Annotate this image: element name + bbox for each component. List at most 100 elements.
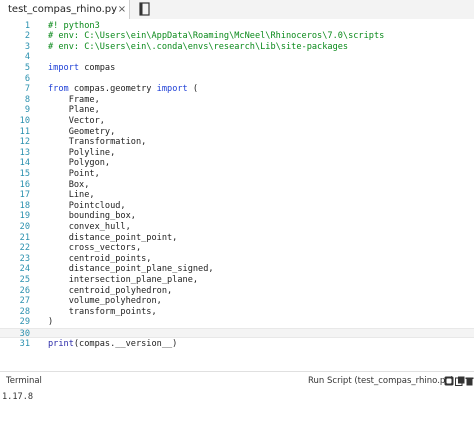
code-line[interactable]: 10 Vector, (0, 116, 474, 127)
code-line[interactable]: 15 Point, (0, 169, 474, 180)
line-number: 29 (19, 317, 30, 328)
code-text: intersection_plane_plane, (48, 275, 198, 286)
trash-icon[interactable] (465, 376, 474, 386)
run-script-label: Run Script (test_compas_rhino.py) (308, 376, 454, 386)
line-number: 14 (19, 158, 30, 169)
code-text: centroid_points, (48, 253, 152, 265)
code-text: Polyline, (48, 147, 116, 159)
code-token: Polygon, (48, 158, 111, 169)
code-line[interactable]: 31 print(compas.__version__) (0, 339, 474, 350)
code-token: Line, (48, 190, 95, 201)
code-text: Box, (48, 180, 90, 191)
line-number: 4 (24, 52, 30, 63)
code-text: distance_point_plane_signed, (48, 264, 214, 275)
line-number: 10 (19, 115, 30, 126)
code-line[interactable]: 13 Polyline, (0, 148, 474, 159)
line-number: 18 (19, 200, 30, 211)
code-line[interactable]: 18 Pointcloud, (0, 201, 474, 212)
terminal-output: 1.17.8 (2, 392, 34, 402)
line-number: 17 (19, 190, 30, 201)
code-token: from (48, 84, 69, 95)
line-number: 7 (24, 84, 30, 95)
code-token: ) (48, 317, 54, 328)
tab-label: test_compas_rhino.py (8, 4, 118, 15)
code-line[interactable]: 16 Box, (0, 180, 474, 191)
code-token: bounding_box, (48, 211, 136, 222)
code-line[interactable]: 28 transform_points, (0, 307, 474, 318)
terminal-panel-header: Terminal Run Script (test_compas_rhino.p… (0, 371, 474, 390)
line-number: 1 (24, 20, 30, 31)
code-token: volume_polyhedron, (48, 296, 162, 307)
code-line[interactable]: 25 intersection_plane_plane, (0, 275, 474, 286)
code-line[interactable]: 23 centroid_points, (0, 254, 474, 265)
code-token: # env: C:\Users\ein\AppData\Roaming\McNe… (48, 31, 385, 42)
line-number: 20 (19, 221, 30, 232)
code-text: # env: C:\Users\ein\AppData\Roaming\McNe… (48, 31, 384, 42)
code-line[interactable]: 1 #! python3 (0, 21, 474, 32)
new-tab-icon[interactable] (138, 2, 152, 16)
code-line[interactable]: 21 distance_point_point, (0, 233, 474, 244)
code-token: Frame, (48, 94, 100, 105)
code-token: intersection_plane_plane, (48, 274, 199, 285)
code-line[interactable]: 3 # env: C:\Users\ein\.conda\envs\researc… (0, 42, 474, 53)
code-token: Point, (48, 168, 100, 179)
code-text: Geometry, (48, 126, 116, 138)
clear-terminal-icon[interactable] (444, 376, 454, 386)
code-line[interactable]: 29) (0, 317, 474, 328)
code-editor[interactable]: 1 #! python3 2 # env: C:\Users\ein\AppData\… (0, 19, 474, 369)
code-token: ( (187, 84, 199, 95)
code-text: Vector, (48, 116, 105, 127)
code-line[interactable]: 14 Polygon, (0, 158, 474, 169)
line-number: 26 (19, 285, 30, 296)
code-token: Polyline, (48, 147, 116, 158)
code-token: Geometry, (48, 126, 116, 137)
code-line[interactable]: 4 (0, 52, 474, 63)
code-token: distance_point_point, (48, 232, 178, 243)
line-number: 12 (19, 137, 30, 148)
code-token: centroid_points, (48, 253, 152, 264)
tab-test-compas-rhino[interactable]: test_compas_rhino.py × (0, 0, 130, 19)
code-line[interactable]: 26 centroid_polyhedron, (0, 286, 474, 297)
copy-icon[interactable] (455, 376, 465, 386)
line-number: 22 (19, 243, 30, 254)
code-line[interactable]: 8 Frame, (0, 95, 474, 106)
line-number: 19 (19, 211, 30, 222)
code-text: #! python3 (48, 21, 100, 32)
code-line[interactable]: 20 convex_hull, (0, 222, 474, 233)
line-number: 25 (19, 274, 30, 285)
code-text: transform_points, (48, 307, 157, 318)
code-token: convex_hull, (48, 221, 131, 232)
code-line[interactable]: 22 cross_vectors, (0, 243, 474, 254)
line-number: 21 (19, 232, 30, 243)
line-number: 11 (19, 126, 30, 137)
terminal-title[interactable]: Terminal (6, 376, 42, 386)
code-text: distance_point_point, (48, 232, 178, 244)
code-line[interactable]: 7 from compas.geometry import ( (0, 84, 474, 95)
code-line[interactable]: 12 Transformation, (0, 137, 474, 148)
code-text: Polygon, (48, 158, 110, 169)
code-line[interactable]: 11 Geometry, (0, 127, 474, 138)
code-token: #! python3 (48, 20, 100, 31)
code-line[interactable]: 30 (0, 327, 474, 339)
code-line[interactable]: 6 (0, 74, 474, 85)
code-line[interactable]: 17 Line, (0, 190, 474, 201)
code-token: print (48, 338, 74, 349)
code-text: print(compas.__version__) (48, 339, 177, 350)
line-number: 9 (24, 105, 30, 116)
code-text: Transformation, (48, 137, 147, 148)
code-token: import (156, 84, 188, 95)
code-token: cross_vectors, (48, 243, 142, 254)
code-line[interactable]: 9 Plane, (0, 105, 474, 116)
code-line[interactable]: 2 # env: C:\Users\ein\AppData\Roaming\McN… (0, 31, 474, 42)
code-line[interactable]: 27 volume_polyhedron, (0, 296, 474, 307)
code-text: from compas.geometry import ( (48, 84, 198, 95)
line-number: 13 (19, 147, 30, 158)
code-line[interactable]: 5 import compas (0, 63, 474, 74)
close-tab-icon[interactable]: × (116, 0, 128, 19)
code-line[interactable]: 19 bounding_box, (0, 211, 474, 222)
code-token: import (48, 62, 80, 73)
code-token: compas (79, 62, 116, 73)
line-number: 31 (19, 338, 30, 349)
code-line[interactable]: 24 distance_point_plane_signed, (0, 264, 474, 275)
line-number: 16 (19, 179, 30, 190)
